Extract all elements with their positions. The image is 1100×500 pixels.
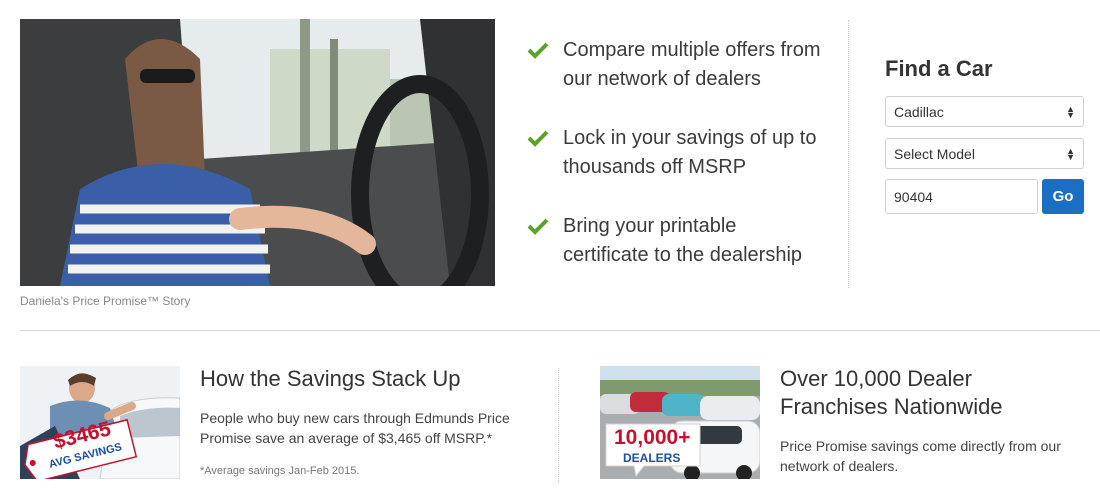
select-arrows-icon: ▲ ▼ xyxy=(1066,103,1075,120)
model-select[interactable]: Select Model ▲ ▼ xyxy=(885,138,1084,169)
benefits-list: Compare multiple offers from our network… xyxy=(527,36,827,300)
savings-promo-body: People who buy new cars through Edmunds … xyxy=(200,410,510,446)
benefit-item: Bring your printable certificate to the … xyxy=(527,212,827,300)
select-arrows-icon: ▲ ▼ xyxy=(1066,145,1075,162)
zip-code-input[interactable] xyxy=(885,179,1038,214)
savings-footnote: *Average savings Jan-Feb 2015. xyxy=(200,465,360,477)
checkmark-icon xyxy=(527,218,549,235)
benefit-item: Compare multiple offers from our network… xyxy=(527,36,827,124)
dealers-badge-label: DEALERS xyxy=(623,451,681,465)
find-a-car-form: Find a Car Cadillac ▲▼ Select Model ▲▼ G… xyxy=(885,54,1085,214)
make-select-value: Cadillac xyxy=(894,103,944,120)
horizontal-divider xyxy=(20,330,1100,331)
benefit-item: Lock in your savings of up to thousands … xyxy=(527,124,827,212)
savings-promo-image[interactable]: $3465 AVG SAVINGS xyxy=(20,366,180,479)
benefit-text: Bring your printable certificate to the … xyxy=(563,215,803,266)
model-select-value: Select Model xyxy=(894,145,975,162)
dealers-promo-body: Price Promise savings come directly from… xyxy=(780,438,1061,474)
savings-promo-title[interactable]: How the Savings Stack Up xyxy=(200,365,530,393)
dealers-promo-image[interactable]: 10,000+ DEALERS xyxy=(600,366,760,479)
dealers-badge-count: 10,000+ xyxy=(614,426,691,449)
make-select[interactable]: Cadillac ▲ ▼ xyxy=(885,96,1084,127)
benefit-text: Compare multiple offers from our network… xyxy=(563,39,821,90)
go-button[interactable]: Go xyxy=(1042,179,1084,214)
checkmark-icon xyxy=(527,130,549,147)
checkmark-icon xyxy=(527,42,549,59)
video-still-image xyxy=(20,19,495,286)
price-promise-video[interactable] xyxy=(20,19,495,286)
section-divider xyxy=(848,20,849,288)
benefit-text: Lock in your savings of up to thousands … xyxy=(563,127,817,178)
video-caption: Daniela's Price Promise™ Story xyxy=(20,294,191,308)
find-a-car-title: Find a Car xyxy=(885,56,993,81)
promo-divider xyxy=(558,368,559,483)
dealers-promo-title[interactable]: Over 10,000 Dealer Franchises Nationwide xyxy=(780,365,1080,421)
zip-row: Go xyxy=(885,179,1085,214)
